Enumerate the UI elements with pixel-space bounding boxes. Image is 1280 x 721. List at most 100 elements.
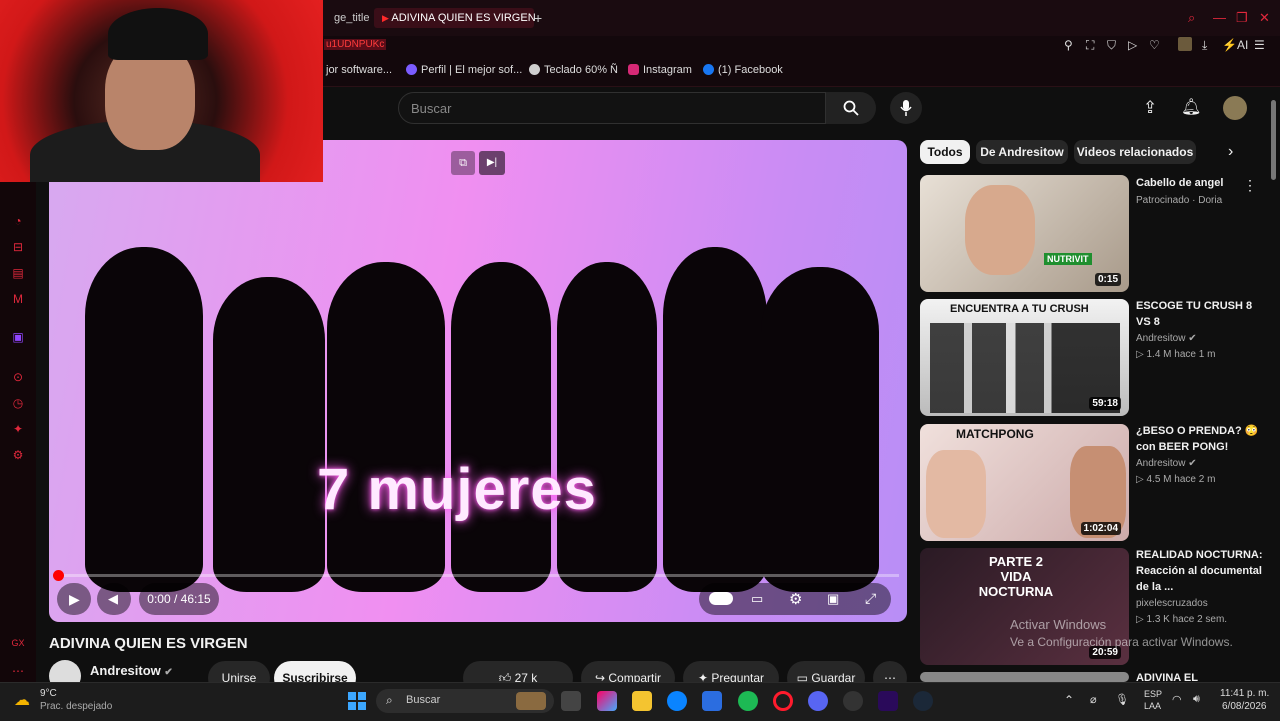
premiere-icon[interactable] <box>878 691 898 711</box>
shield-icon[interactable]: ⛉ <box>1107 38 1116 53</box>
minimize-icon[interactable]: — <box>1213 10 1226 25</box>
language-code[interactable]: ESP <box>1144 689 1162 699</box>
notifications-icon[interactable]: 🔔︎ <box>1181 97 1201 117</box>
channel-label: Andresitow <box>1136 458 1186 469</box>
sidebar-thumbnail[interactable]: NUTRIVIT 0:15 <box>920 175 1129 292</box>
verified-icon: ✔ <box>1188 333 1197 344</box>
taskbar-search[interactable]: ⌕ Buscar <box>376 689 554 713</box>
store-icon[interactable] <box>702 691 722 711</box>
miniplayer-icon[interactable]: ⧉ <box>451 151 475 175</box>
gx-store-icon[interactable]: ⊟ <box>11 240 25 254</box>
file-explorer-icon[interactable] <box>632 691 652 711</box>
twitch-icon[interactable]: ▣ <box>11 330 25 344</box>
heart-icon[interactable]: ♡ <box>1149 38 1160 52</box>
search-button[interactable] <box>826 92 876 124</box>
sidebar-thumbnail[interactable]: ENCUENTRA A TU CRUSH 59:18 <box>920 299 1129 416</box>
channel-label: Andresitow <box>1136 333 1186 344</box>
menu-icon[interactable]: ☰ <box>1254 38 1265 52</box>
sidebar-thumbnail[interactable] <box>920 672 1129 682</box>
tab-active-video[interactable]: ▶ ADIVINA QUIEN ES VIRGEN <box>374 8 536 28</box>
maximize-icon[interactable]: ❐ <box>1236 10 1248 26</box>
sidebar-video-title[interactable]: ¿BESO O PRENDA? 😳 con BEER PONG! <box>1136 423 1268 455</box>
steam-icon[interactable] <box>913 691 933 711</box>
taskbar-search-label: Buscar <box>406 694 441 706</box>
close-icon[interactable]: ✕ <box>1259 10 1270 26</box>
microphone-icon[interactable]: 🎙︎ <box>1115 693 1129 706</box>
progress-bar[interactable] <box>53 570 899 581</box>
gx-messenger-icon[interactable]: M <box>11 292 25 306</box>
sidebar-video-meta: Patrocinado · Doria <box>1136 195 1223 206</box>
spotify-icon[interactable] <box>738 691 758 711</box>
volume-icon[interactable]: 🔊︎ <box>1193 693 1200 706</box>
play-button[interactable]: ▶ <box>57 583 91 615</box>
sidebar-thumbnail[interactable]: MATCHPONG 1:02:04 <box>920 424 1129 541</box>
history-icon[interactable]: ◷ <box>11 396 25 410</box>
obs-icon[interactable] <box>843 691 863 711</box>
more-options-icon[interactable]: ⋮ <box>1243 177 1257 194</box>
extensions-icon[interactable]: ✦ <box>11 422 25 436</box>
snapshot-icon[interactable]: ⛶ <box>1086 38 1094 53</box>
more-icon[interactable]: ⋯ <box>11 664 25 678</box>
autoplay-toggle[interactable] <box>709 592 733 605</box>
sidebar-video-stats: ▷ 1.4 M hace 1 m <box>1136 348 1266 362</box>
progress-handle[interactable] <box>53 570 64 581</box>
extension-icon[interactable] <box>1178 37 1192 51</box>
edge-icon[interactable] <box>667 691 687 711</box>
gx-speed-dial-icon[interactable]: ◔ <box>11 214 25 228</box>
sidebar-video-title[interactable]: ADIVINA EL <box>1136 670 1268 682</box>
windows-start-icon[interactable] <box>348 692 366 710</box>
chip-from-channel[interactable]: De Andresitow <box>976 140 1068 164</box>
opera-gx-icon[interactable] <box>773 691 793 711</box>
chevron-up-icon[interactable]: ⌃ <box>1064 693 1074 707</box>
play-icon[interactable]: ▷ <box>1128 38 1137 52</box>
chip-related[interactable]: Videos relacionados <box>1074 140 1196 164</box>
scrollbar-thumb[interactable] <box>1271 100 1276 180</box>
copilot-icon[interactable] <box>597 691 617 711</box>
language-layout[interactable]: LAA <box>1144 701 1161 711</box>
upload-icon[interactable]: ⇪ <box>1143 98 1157 118</box>
wifi-icon[interactable]: ◠ <box>1172 693 1182 706</box>
fullscreen-icon[interactable]: ⤢ <box>865 590 876 607</box>
search-input[interactable]: Buscar <box>398 92 826 124</box>
gx-player-icon[interactable]: ⊙ <box>11 370 25 384</box>
sidebar-video-title[interactable]: REALIDAD NOCTURNA: Reacción al documenta… <box>1136 547 1268 595</box>
bookmark-software[interactable]: jor software... <box>326 64 392 76</box>
thumb-person <box>926 450 986 538</box>
avatar[interactable] <box>1223 96 1247 120</box>
video-player[interactable]: 7 mujeres ⧉ ▶| ▶ ◀ 0:00 / 46:15 ▭ ⚙ ▣ ⤢ <box>49 140 907 622</box>
discord-icon[interactable] <box>808 691 828 711</box>
bookmark-instagram[interactable]: Instagram <box>628 64 692 76</box>
mute-button[interactable]: ◀ <box>97 583 131 615</box>
clock-date[interactable]: 6/08/2026 <box>1222 701 1267 712</box>
duration-badge: 59:18 <box>1089 397 1121 410</box>
bookmark-teclado[interactable]: Teclado 60% Ñ <box>529 64 618 76</box>
channel-name[interactable]: Andresitow ✔ <box>90 663 173 678</box>
settings-icon[interactable]: ⚙ <box>789 590 802 608</box>
sidebar-video-stats: ▷ 4.5 M hace 2 m <box>1136 473 1266 487</box>
weather-icon[interactable]: ☁ <box>14 690 30 710</box>
verified-icon: ✔ <box>1188 458 1197 469</box>
pin-icon[interactable]: ⚲ <box>1064 38 1073 52</box>
chip-all[interactable]: Todos <box>920 140 970 164</box>
clock-time[interactable]: 11:41 p. m. <box>1220 688 1269 699</box>
download-icon[interactable]: ⤓ <box>1202 38 1207 53</box>
tab-page-title[interactable]: ge_title <box>326 8 377 28</box>
chevron-right-icon[interactable]: › <box>1228 143 1233 161</box>
duration-badge: 1:02:04 <box>1080 522 1121 535</box>
subtitles-icon[interactable]: ▭ <box>751 591 763 607</box>
bookmark-perfil[interactable]: Perfil | El mejor sof... <box>406 64 522 76</box>
sidebar-video-title[interactable]: ESCOGE TU CRUSH 8 VS 8 <box>1136 298 1268 330</box>
skip-next-icon[interactable]: ▶| <box>479 151 505 175</box>
gx-news-icon[interactable]: ▤ <box>11 266 25 280</box>
new-tab-button[interactable]: + <box>526 8 550 28</box>
webcam-overlay <box>0 0 323 182</box>
settings-icon[interactable]: ⚙ <box>11 448 25 462</box>
voice-search-button[interactable] <box>890 92 922 124</box>
silhouette <box>213 277 325 592</box>
theater-mode-icon[interactable]: ▣ <box>827 591 839 607</box>
ai-icon[interactable]: ⚡AI <box>1222 38 1248 52</box>
task-view-icon[interactable] <box>561 691 581 711</box>
bookmark-facebook[interactable]: (1) Facebook <box>703 64 783 76</box>
search-tabs-icon[interactable]: ⌕ <box>1188 10 1195 26</box>
network-icon[interactable]: ⌀ <box>1090 693 1097 706</box>
